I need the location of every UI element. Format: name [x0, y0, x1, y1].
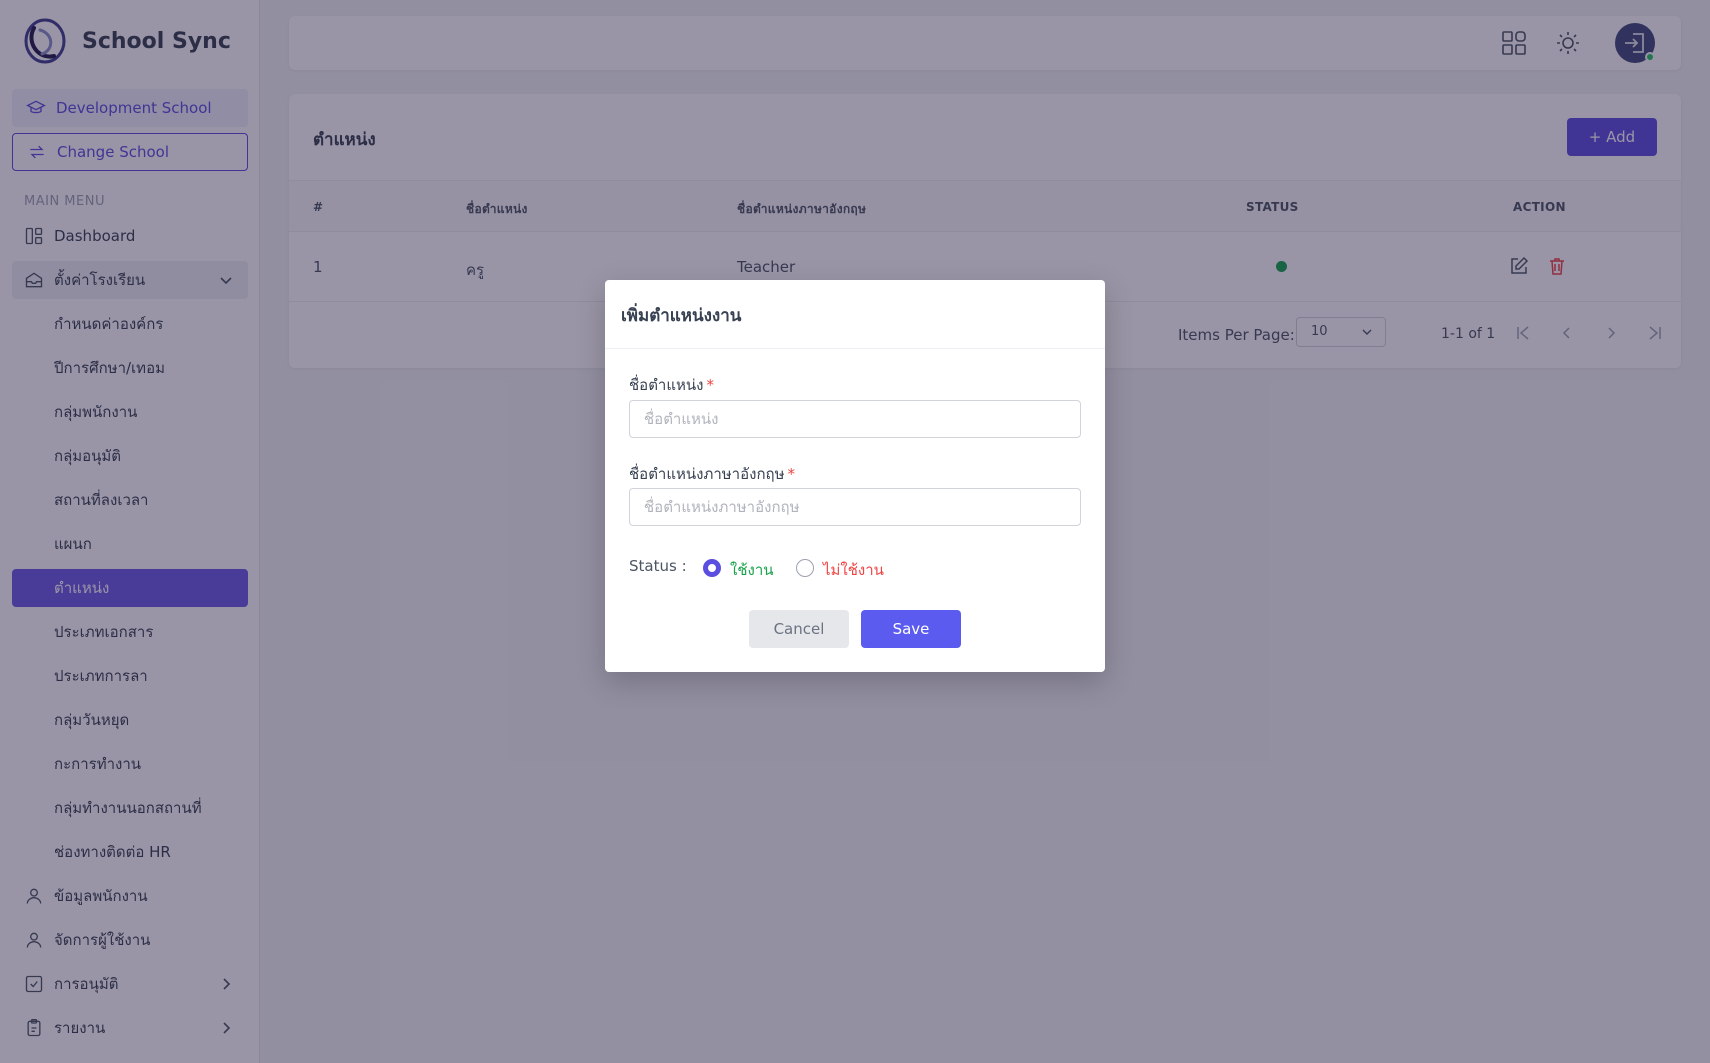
- status-inactive-radio[interactable]: [796, 559, 814, 577]
- position-name-label-text: ชื่อตำแหน่ง: [629, 376, 704, 394]
- modal-title: เพิ่มตำแหน่งงาน: [605, 280, 1105, 349]
- position-name-input[interactable]: [629, 400, 1081, 438]
- status-active-label[interactable]: ใช้งาน: [730, 558, 774, 582]
- position-name-label: ชื่อตำแหน่ง *: [629, 373, 714, 397]
- status-active-radio[interactable]: [703, 559, 721, 577]
- cancel-button[interactable]: Cancel: [749, 610, 849, 648]
- required-mark: *: [787, 465, 796, 483]
- position-name-en-label-text: ชื่อตำแหน่งภาษาอังกฤษ: [629, 465, 785, 483]
- required-mark: *: [706, 376, 715, 394]
- status-label: Status :: [629, 557, 687, 575]
- save-button[interactable]: Save: [861, 610, 961, 648]
- add-position-modal: เพิ่มตำแหน่งงาน ชื่อตำแหน่ง * ชื่อตำแหน่ง…: [605, 280, 1105, 672]
- status-inactive-label[interactable]: ไม่ใช้งาน: [823, 558, 884, 582]
- position-name-en-label: ชื่อตำแหน่งภาษาอังกฤษ *: [629, 462, 795, 486]
- position-name-en-input[interactable]: [629, 488, 1081, 526]
